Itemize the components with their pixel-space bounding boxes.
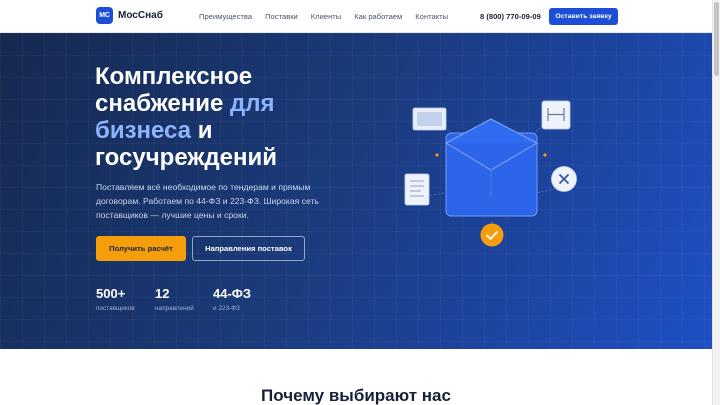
nav-item-how-we-work[interactable]: Как работаем (354, 12, 402, 21)
logo-mark: МС (96, 7, 113, 24)
stat-value: 12 (155, 286, 170, 301)
nav-item-advantages[interactable]: Преимущества (199, 12, 252, 21)
stat-label: и 223-ФЗ (213, 305, 240, 312)
stat-label: направлений (155, 305, 194, 312)
site-header: МС МосСнаб Преимущества Поставки Клиенты… (0, 0, 712, 33)
stat-directions: 12 направлений (155, 286, 194, 312)
hero-title-line3b: и (191, 117, 213, 144)
get-quote-button[interactable]: Получить расчёт (96, 236, 186, 261)
nav-item-contacts[interactable]: Контакты (415, 12, 448, 21)
hero-title: Комплексное снабжение для бизнеса и госу… (95, 63, 355, 171)
close-icon (551, 166, 577, 192)
stat-value: 44-ФЗ (213, 286, 252, 301)
stat-label: поставщиков (96, 305, 135, 312)
hero-title-accent-1: для (230, 90, 275, 117)
page-scrollbar[interactable] (712, 0, 720, 405)
main-nav: Преимущества Поставки Клиенты Как работа… (199, 12, 448, 21)
stat-value: 500+ (96, 286, 126, 301)
hero-title-line4: госучреждений (95, 144, 277, 171)
nav-item-clients[interactable]: Клиенты (311, 12, 341, 21)
phone-link[interactable]: 8 (800) 770-09-09 (480, 12, 541, 21)
stat-suppliers: 500+ поставщиков (96, 286, 135, 312)
hero-illustration (404, 100, 577, 247)
section-title-why-us: Почему выбирают нас (261, 386, 451, 405)
hero-section: Комплексное снабжение для бизнеса и госу… (0, 33, 712, 349)
scrollbar-thumb[interactable] (714, 2, 719, 76)
supply-directions-button[interactable]: Направления поставок (192, 236, 305, 261)
envelope-icon (445, 118, 538, 217)
hero-description: Поставляем всё необходимое по тендерам и… (96, 182, 319, 220)
nav-item-supplies[interactable]: Поставки (265, 12, 298, 21)
brand-name: МосСнаб (118, 10, 163, 21)
hero-title-line1: Комплексное (95, 63, 253, 90)
logo[interactable]: МС МосСнаб (96, 7, 163, 24)
hero-title-line2a: снабжение (95, 90, 231, 117)
document-icon (404, 173, 430, 206)
stat-law: 44-ФЗ и 223-ФЗ (213, 286, 251, 312)
card-icon (412, 107, 447, 131)
hero-title-accent-2: бизнеса (95, 117, 192, 144)
ruler-icon (541, 100, 571, 130)
leave-request-button[interactable]: Оставить заявку (549, 8, 618, 25)
check-icon (480, 223, 504, 247)
